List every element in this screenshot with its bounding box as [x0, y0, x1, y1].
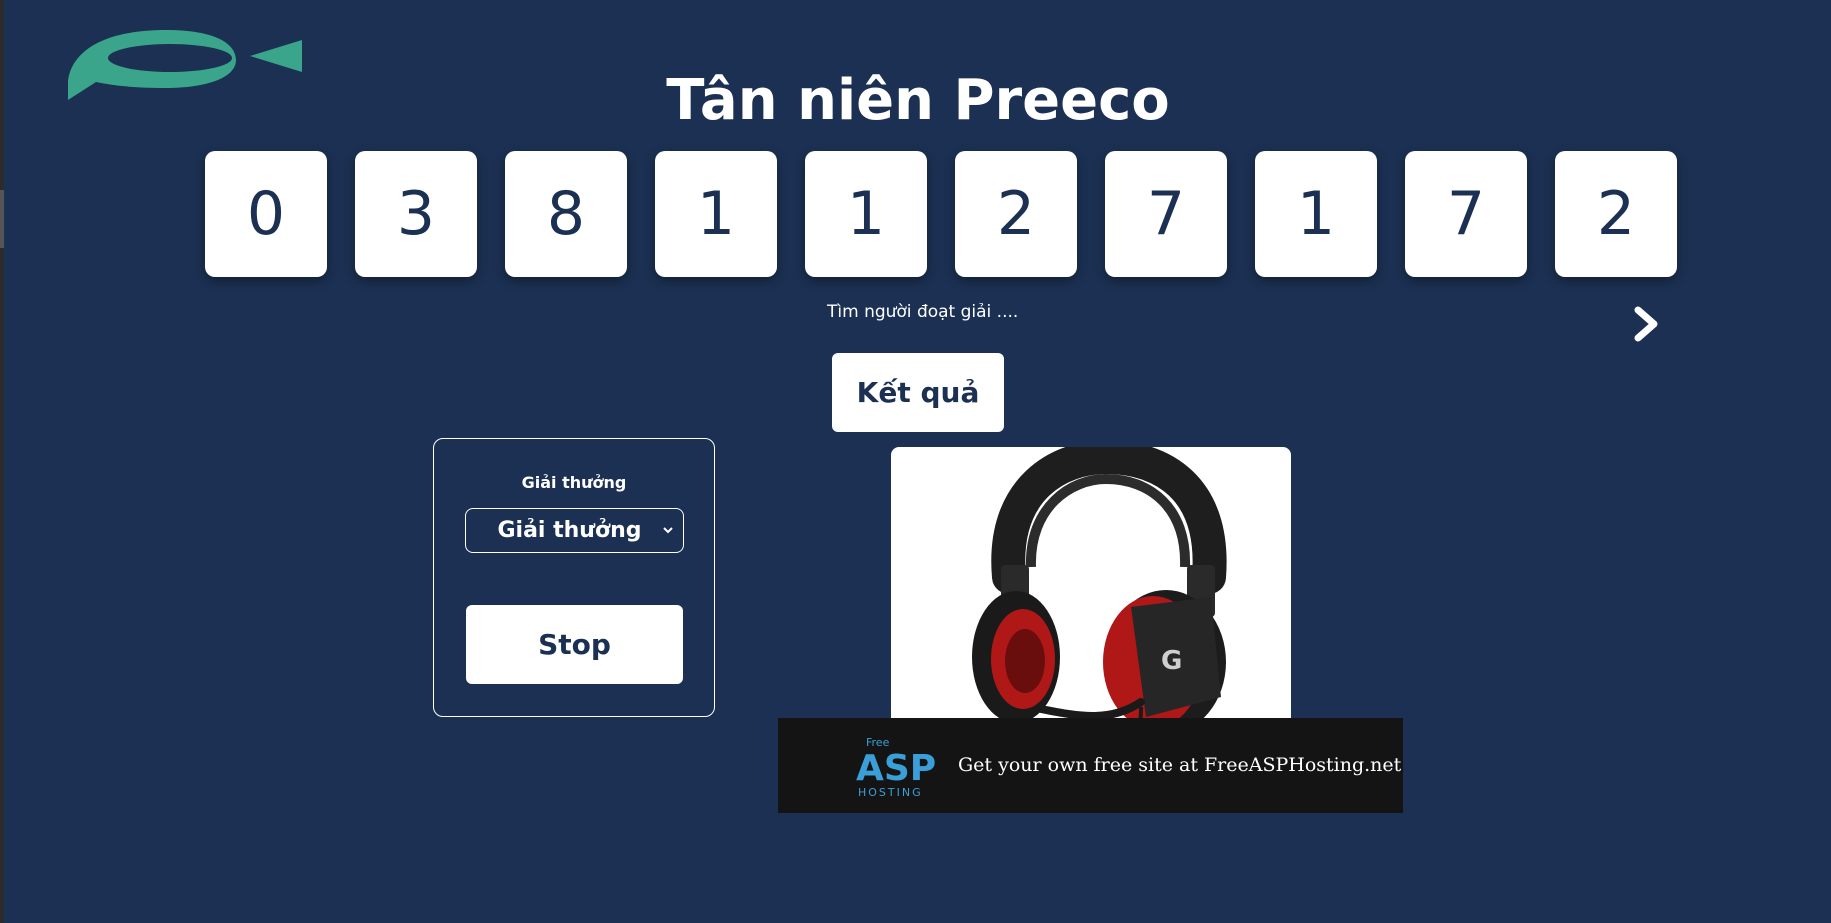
ad-banner[interactable]: Free ASP HOSTING Get your own free site …	[778, 718, 1403, 813]
digit-box: 2	[1555, 151, 1677, 277]
window-left-edge	[0, 0, 4, 923]
chevron-right-icon[interactable]	[1632, 306, 1662, 342]
digit-box: 1	[655, 151, 777, 277]
digit-box: 2	[955, 151, 1077, 277]
window-edge-marker	[0, 190, 4, 248]
prize-label: Giải thưởng	[521, 473, 627, 492]
ad-logo-bottom-text: HOSTING	[858, 786, 923, 799]
digit-box: 0	[205, 151, 327, 277]
freeasphosting-logo: Free ASP HOSTING	[856, 736, 936, 799]
result-button[interactable]: Kết quả	[832, 353, 1004, 432]
svg-text:G: G	[1161, 646, 1182, 676]
digit-box: 7	[1405, 151, 1527, 277]
digit-box: 3	[355, 151, 477, 277]
prize-select-value: Giải thưởng	[497, 518, 642, 543]
headset-icon: G	[972, 447, 1227, 747]
prize-select[interactable]: Giải thưởng	[465, 508, 684, 553]
prize-panel: Giải thưởng Giải thưởng Stop	[433, 438, 715, 717]
digit-box: 7	[1105, 151, 1227, 277]
chevron-down-icon	[663, 527, 673, 534]
stop-button[interactable]: Stop	[466, 605, 683, 684]
digit-box: 1	[805, 151, 927, 277]
ad-text: Get your own free site at FreeASPHosting…	[958, 754, 1402, 776]
digit-box: 1	[1255, 151, 1377, 277]
status-text: Tìm người đoạt giải ....	[827, 302, 1019, 322]
prize-image: G	[891, 447, 1291, 747]
digit-box: 8	[505, 151, 627, 277]
ad-logo-main-text: ASP	[856, 748, 936, 789]
page-title: Tân niên Preeco	[666, 68, 1170, 133]
